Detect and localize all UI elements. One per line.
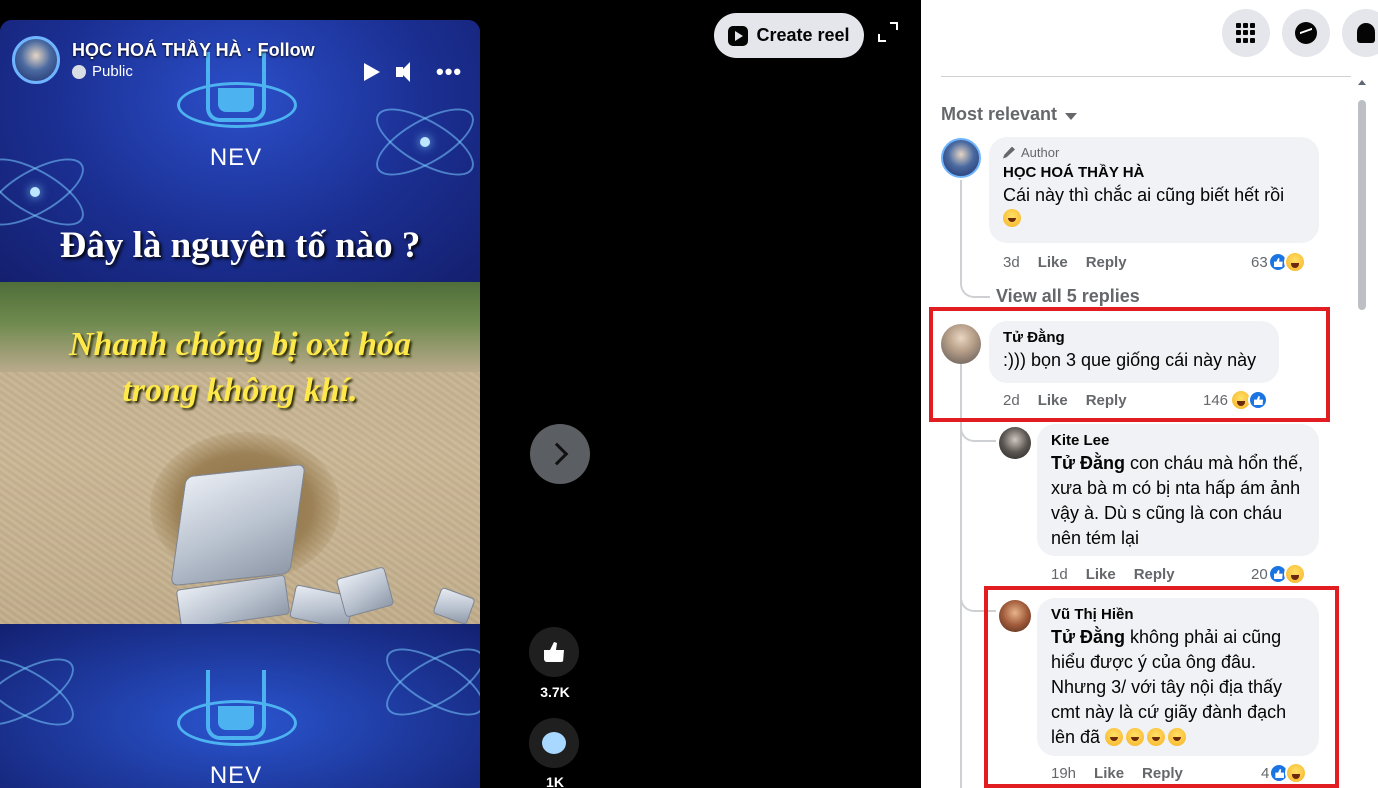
scroll-up-icon[interactable] xyxy=(1358,80,1366,85)
sort-dropdown[interactable]: Most relevant xyxy=(941,104,1078,125)
top-nav xyxy=(921,0,1378,68)
laughing-emoji-icon xyxy=(1003,209,1021,227)
comment-text: Cái này thì chắc ai cũng biết hết rồi xyxy=(1003,185,1285,205)
like-comment-button[interactable]: Like xyxy=(1086,566,1116,583)
globe-icon xyxy=(72,64,86,79)
page-avatar[interactable] xyxy=(12,36,60,84)
author-badge: Author xyxy=(1021,145,1060,160)
reaction-summary[interactable]: 63 xyxy=(1251,251,1306,273)
next-reel-button[interactable] xyxy=(530,424,590,484)
menu-button[interactable] xyxy=(1222,9,1270,57)
haha-reaction-icon xyxy=(1283,563,1306,585)
commenter-avatar[interactable] xyxy=(941,138,981,178)
commenter-avatar[interactable] xyxy=(999,427,1031,459)
caption-line-2: trong không khí. xyxy=(122,372,358,409)
thread-line xyxy=(960,180,962,280)
grid-menu-icon xyxy=(1236,23,1256,43)
volume-icon[interactable] xyxy=(396,62,420,82)
video-header: HỌC HOÁ THẦY HÀ · Follow Public xyxy=(12,36,315,84)
more-options-icon[interactable]: ••• xyxy=(436,61,462,83)
page-name-follow[interactable]: HỌC HOÁ THẦY HÀ · Follow xyxy=(72,40,315,61)
like-reel-button[interactable] xyxy=(529,627,579,677)
thumbs-up-icon xyxy=(544,642,564,662)
comment-time[interactable]: 3d xyxy=(1003,254,1020,271)
messenger-button[interactable] xyxy=(1282,9,1330,57)
fullscreen-icon[interactable] xyxy=(878,22,898,42)
highlight-box xyxy=(984,586,1339,788)
thread-connector xyxy=(960,420,996,442)
like-count: 3.7K xyxy=(540,684,570,700)
comment-actions: 3d Like Reply xyxy=(1003,254,1127,271)
play-icon[interactable] xyxy=(364,63,380,81)
comment-bubble: Author HỌC HOÁ THẦY HÀ Cái này thì chắc … xyxy=(989,137,1319,243)
nev-logo-bottom: NEV xyxy=(177,670,297,788)
comment-reel-button[interactable] xyxy=(529,718,579,768)
comment-bubble: Kite Lee Tử Đằng con cháu mà hổn thế, xư… xyxy=(1037,424,1319,556)
comment-count: 1K xyxy=(546,774,564,788)
messenger-icon xyxy=(1295,22,1317,44)
video-photo-frame: Nhanh chóng bị oxi hóa trong không khí. xyxy=(0,282,480,630)
create-reel-button[interactable]: Create reel xyxy=(714,13,864,58)
reply-comment-button[interactable]: Reply xyxy=(1134,566,1175,583)
like-comment-button[interactable]: Like xyxy=(1038,254,1068,271)
comment-time[interactable]: 1d xyxy=(1051,566,1068,583)
flask-icon xyxy=(177,670,297,746)
scrollbar[interactable] xyxy=(1355,76,1369,788)
thread-connector xyxy=(960,270,990,298)
chevron-right-icon xyxy=(545,442,569,466)
metal-block xyxy=(170,463,306,587)
facebook-reel-viewer: Nhanh chóng bị oxi hóa trong không khí. … xyxy=(0,0,1378,788)
comments-panel: Most relevant Author HỌC HOÁ THẦY HÀ Cái… xyxy=(921,0,1378,788)
view-replies-link[interactable]: View all 5 replies xyxy=(996,286,1140,307)
reply-comment-button[interactable]: Reply xyxy=(1086,254,1127,271)
caption-line-1: Nhanh chóng bị oxi hóa xyxy=(69,326,411,363)
comment-bubble-icon xyxy=(542,732,566,754)
video-controls: ••• xyxy=(364,61,462,83)
video-headline: Đây là nguyên tố nào ? xyxy=(59,225,421,266)
mention-link[interactable]: Tử Đằng xyxy=(1051,453,1125,473)
pencil-icon xyxy=(1003,146,1015,159)
haha-reaction-icon xyxy=(1283,251,1306,273)
highlight-box xyxy=(929,307,1330,422)
reel-icon xyxy=(728,25,749,46)
commenter-name[interactable]: HỌC HOÁ THẦY HÀ xyxy=(1003,164,1305,181)
divider xyxy=(941,76,1351,77)
bell-icon xyxy=(1357,23,1375,43)
scroll-thumb[interactable] xyxy=(1358,100,1366,310)
reel-video[interactable]: Nhanh chóng bị oxi hóa trong không khí. … xyxy=(0,20,480,788)
caret-down-icon xyxy=(1065,112,1078,120)
privacy-label: Public xyxy=(92,63,133,80)
comment-actions: 1d Like Reply xyxy=(1051,566,1175,583)
notifications-button[interactable] xyxy=(1342,9,1378,57)
commenter-name[interactable]: Kite Lee xyxy=(1051,432,1305,449)
reaction-summary[interactable]: 20 xyxy=(1251,563,1306,585)
